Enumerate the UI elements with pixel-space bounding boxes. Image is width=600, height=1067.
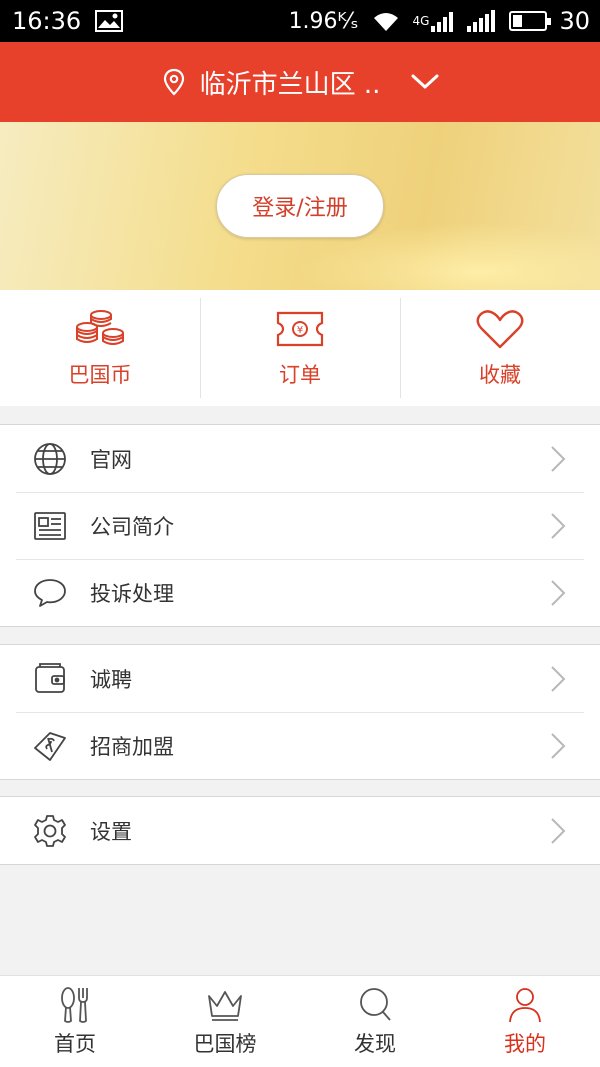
- menu-item-company-intro[interactable]: 公司简介: [0, 492, 600, 559]
- menu-item-label: 招商加盟: [90, 734, 174, 759]
- chevron-right-icon: [551, 446, 566, 472]
- chat-bubble-icon: [34, 578, 66, 607]
- ticket-icon: ¥: [276, 311, 324, 347]
- status-bar: 16:36 1.96ᴷ⁄ₛ 4G 30: [0, 0, 600, 42]
- chevron-right-icon: [551, 733, 566, 759]
- tab-discover[interactable]: 发现: [300, 976, 450, 1067]
- tab-label: 我的: [504, 1031, 546, 1056]
- chevron-right-icon: [551, 580, 566, 606]
- quick-action-favorites[interactable]: 收藏: [400, 290, 600, 406]
- svg-text:¥: ¥: [297, 325, 303, 336]
- signal-icon-2: [467, 10, 496, 32]
- menu-item-website[interactable]: 官网: [0, 425, 600, 492]
- chevron-right-icon: [551, 818, 566, 844]
- profile-banner: 登录/注册: [0, 122, 600, 290]
- menu-item-label: 设置: [90, 819, 132, 844]
- menu-item-recruitment[interactable]: 诚聘: [0, 645, 600, 712]
- bottom-tab-bar: 首页 巴国榜 发现 我的: [0, 975, 600, 1067]
- coins-icon: [76, 310, 124, 345]
- gear-icon: [34, 814, 66, 847]
- menu-group-settings: 设置: [0, 796, 600, 865]
- location-label: 临沂市兰山区 ..: [199, 69, 381, 100]
- quick-actions: 巴国币 ¥ 订单 收藏: [0, 290, 600, 406]
- location-pin-icon: [163, 68, 184, 96]
- menu-item-label: 诚聘: [90, 667, 132, 692]
- newspaper-icon: [34, 511, 66, 540]
- quick-action-label: 收藏: [479, 363, 521, 387]
- menu-item-label: 投诉处理: [90, 581, 174, 606]
- image-notification-icon: [95, 10, 124, 32]
- heart-icon: [476, 310, 524, 349]
- tab-mine[interactable]: 我的: [450, 976, 600, 1067]
- battery-level: 30: [559, 7, 590, 35]
- cutlery-icon: [61, 986, 88, 1023]
- wallet-icon: [35, 662, 65, 693]
- money-tag-icon: [34, 731, 66, 761]
- battery-icon: [509, 11, 552, 31]
- tab-label: 首页: [54, 1031, 96, 1056]
- tab-label: 发现: [354, 1031, 396, 1056]
- search-icon: [360, 987, 391, 1021]
- tab-rankings[interactable]: 巴国榜: [150, 976, 300, 1067]
- menu-item-label: 官网: [90, 447, 132, 472]
- status-bar-right: 1.96ᴷ⁄ₛ 4G 30: [289, 7, 590, 35]
- quick-action-orders[interactable]: ¥ 订单: [200, 290, 400, 406]
- location-header[interactable]: 临沂市兰山区 ..: [0, 42, 600, 122]
- menu-item-settings[interactable]: 设置: [0, 797, 600, 864]
- signal-icon-1: [431, 12, 454, 32]
- login-register-button[interactable]: 登录/注册: [216, 174, 384, 238]
- user-icon: [509, 987, 541, 1022]
- globe-icon: [34, 442, 66, 475]
- quick-action-coins[interactable]: 巴国币: [0, 290, 200, 406]
- network-type: 4G: [412, 14, 430, 28]
- crown-icon: [208, 990, 242, 1021]
- menu-item-complaints[interactable]: 投诉处理: [0, 559, 600, 626]
- tab-label: 巴国榜: [193, 1031, 257, 1056]
- menu-group-info: 官网 公司简介 投诉处理: [0, 424, 600, 627]
- chevron-down-icon[interactable]: [410, 72, 440, 92]
- menu-item-franchise[interactable]: 招商加盟: [0, 712, 600, 779]
- tab-home[interactable]: 首页: [0, 976, 150, 1067]
- clock: 16:36: [12, 7, 82, 35]
- quick-action-label: 订单: [279, 363, 321, 387]
- quick-action-label: 巴国币: [68, 363, 132, 387]
- status-bar-left: 16:36: [12, 7, 124, 35]
- network-speed: 1.96ᴷ⁄ₛ: [288, 8, 359, 34]
- chevron-right-icon: [551, 666, 566, 692]
- wifi-icon: [373, 13, 398, 31]
- menu-item-label: 公司简介: [90, 514, 174, 539]
- menu-group-business: 诚聘 招商加盟: [0, 644, 600, 780]
- chevron-right-icon: [551, 513, 566, 539]
